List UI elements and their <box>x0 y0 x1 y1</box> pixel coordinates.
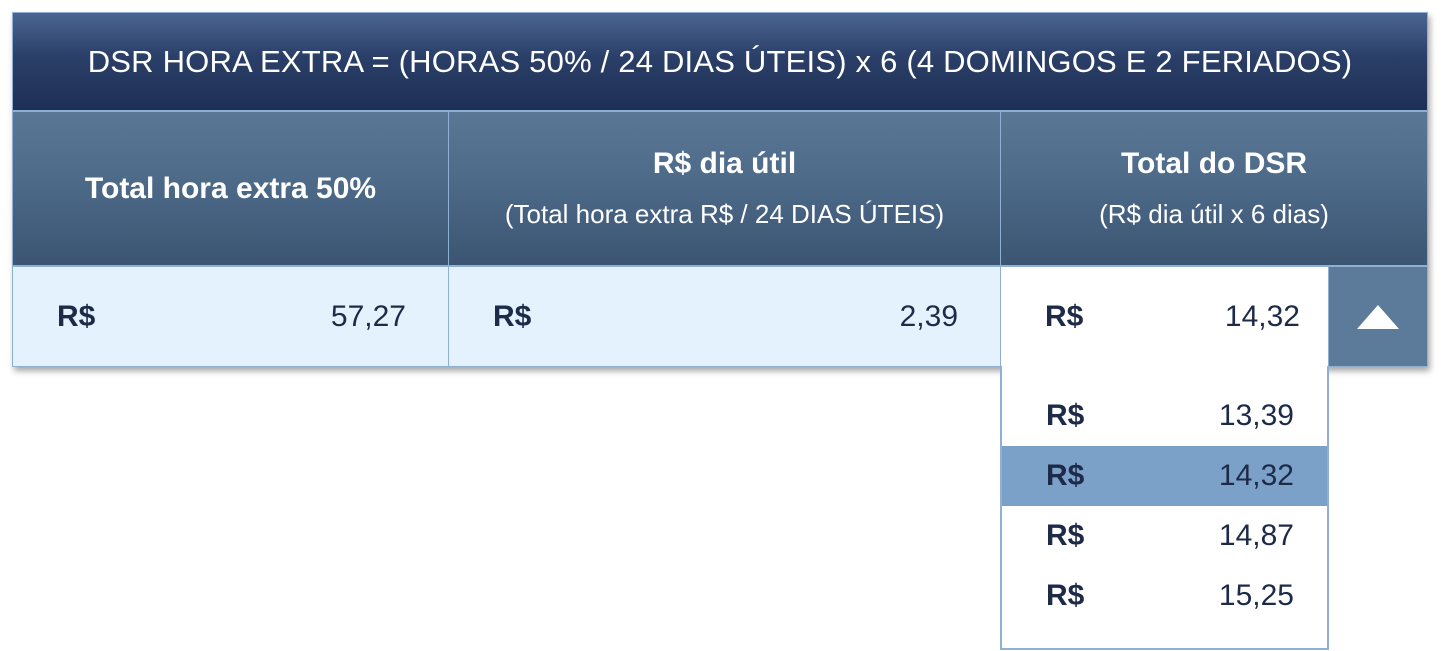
currency-label: R$ <box>1046 399 1085 432</box>
value-cell-total-hora-extra: R$ 57,27 <box>12 266 449 367</box>
total-dsr-select[interactable]: R$ 14,32 <box>1000 266 1329 367</box>
column-header-label: Total do DSR <box>1120 147 1308 180</box>
option-amount: 14,87 <box>1218 519 1294 552</box>
dropdown-option[interactable]: R$ 13,39 <box>1002 386 1327 446</box>
column-header-sublabel: (R$ dia útil x 6 dias) <box>1099 199 1329 229</box>
currency-label: R$ <box>1046 459 1085 492</box>
table-title-text: DSR HORA EXTRA = (HORAS 50% / 24 DIAS ÚT… <box>87 43 1353 79</box>
amount-value: 57,27 <box>330 299 406 333</box>
column-header-label: Total hora extra 50% <box>84 171 377 205</box>
dropdown-option-selected[interactable]: R$ 14,32 <box>1002 446 1327 506</box>
column-header-dia-util: R$ dia útil (Total hora extra R$ / 24 DI… <box>448 111 1001 266</box>
currency-label: R$ <box>493 299 532 333</box>
amount-value: 2,39 <box>899 299 958 333</box>
value-cell-dia-util: R$ 2,39 <box>448 266 1001 367</box>
column-header-sublabel: (Total hora extra R$ / 24 DIAS ÚTEIS) <box>504 199 945 229</box>
currency-label: R$ <box>57 299 96 333</box>
dropdown-option[interactable]: R$ 14,87 <box>1002 506 1327 566</box>
column-header-total-hora-extra: Total hora extra 50% <box>12 111 449 266</box>
dropdown-option[interactable]: R$ 15,25 <box>1002 566 1327 626</box>
currency-label: R$ <box>1045 299 1084 333</box>
table-title: DSR HORA EXTRA = (HORAS 50% / 24 DIAS ÚT… <box>12 12 1428 111</box>
dropdown-toggle-button[interactable] <box>1328 266 1428 367</box>
dropdown-options-list: R$ 13,39 R$ 14,32 R$ 14,87 R$ 15,25 <box>1000 366 1329 650</box>
column-header-label: R$ dia útil <box>652 147 797 180</box>
dsr-table: DSR HORA EXTRA = (HORAS 50% / 24 DIAS ÚT… <box>12 12 1428 367</box>
currency-label: R$ <box>1046 579 1085 612</box>
column-header-total-dsr: Total do DSR (R$ dia útil x 6 dias) <box>1000 111 1428 266</box>
option-amount: 13,39 <box>1218 399 1294 432</box>
triangle-up-icon <box>1357 304 1399 329</box>
option-amount: 14,32 <box>1218 459 1294 492</box>
selected-amount-value: 14,32 <box>1224 299 1300 333</box>
option-amount: 15,25 <box>1218 579 1294 612</box>
currency-label: R$ <box>1046 519 1085 552</box>
